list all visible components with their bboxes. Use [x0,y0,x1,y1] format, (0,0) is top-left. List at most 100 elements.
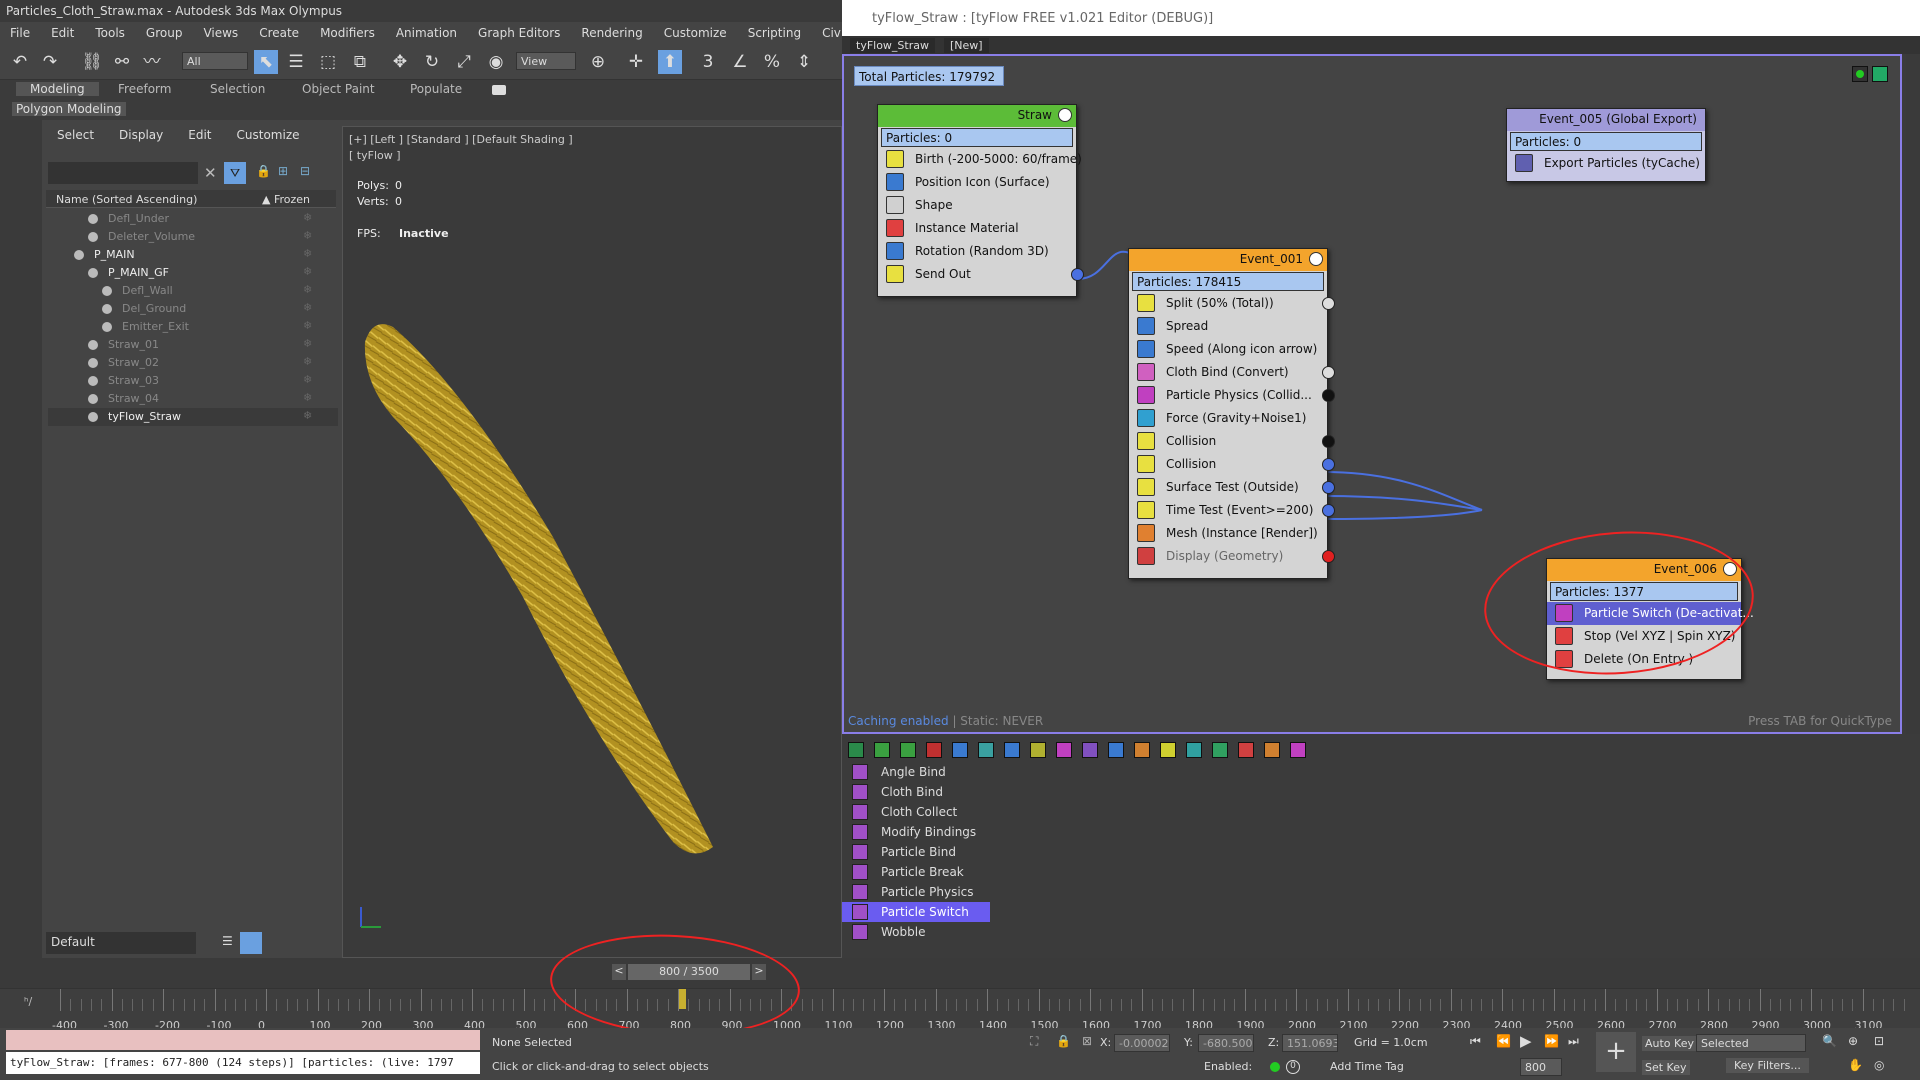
menu-item-views[interactable]: Views [193,22,249,44]
node-event-005-title[interactable]: Event_005 (Global Export) [1507,109,1705,131]
operator-event001-4[interactable]: Particle Physics (Collid... [1129,384,1335,407]
isolate-icon[interactable]: ⛶ [1030,1034,1038,1049]
visibility-icon[interactable] [88,232,98,242]
ribbon-tab-selection[interactable]: Selection [210,82,265,96]
tab-tyflow-straw[interactable]: tyFlow_Straw [850,38,935,53]
operator-category-icon[interactable] [1108,742,1124,758]
operator-category-icon[interactable] [1134,742,1150,758]
operator-event005-0[interactable]: Export Particles (tyCache) [1507,152,1705,175]
operator-event001-10[interactable]: Mesh (Instance [Render]) [1129,522,1327,545]
ribbon-tab-modeling[interactable]: Modeling [16,82,99,96]
explorer-menu-edit[interactable]: Edit [173,120,221,146]
menu-item-tools[interactable]: Tools [85,22,136,44]
operator-event001-0[interactable]: Split (50% (Total)) [1129,292,1335,315]
menu-item-create[interactable]: Create [249,22,310,44]
scale-icon[interactable]: ⤢ [452,50,476,74]
next-key-icon[interactable]: ⏩ [1544,1034,1559,1048]
operator-event001-7[interactable]: Collision [1129,453,1335,476]
output-port-icon[interactable] [1322,481,1335,494]
rect-selection-icon[interactable]: ⬚ [316,50,340,74]
operator-category-icon[interactable] [874,742,890,758]
maxscript-listener-top[interactable] [6,1030,480,1050]
operator-category-icon[interactable] [1056,742,1072,758]
set-key-icon[interactable]: + [1596,1032,1636,1072]
operator-list-item[interactable]: Particle Switch [842,902,990,922]
key-set-dropdown[interactable]: Selected [1696,1034,1806,1052]
percent-snap-icon[interactable]: % [760,50,784,74]
curve-editor-icon[interactable]: ʰ∕ [24,995,32,1008]
z-coordinate[interactable]: 151.06939 [1282,1034,1338,1052]
current-frame-marker[interactable] [678,989,686,1009]
snap-toggle-icon[interactable]: 3 [696,50,720,74]
operator-category-icon[interactable] [1238,742,1254,758]
output-port-icon[interactable] [1322,297,1335,310]
explorer-row[interactable]: Emitter_Exit ❄ [48,318,338,336]
operator-list-item[interactable]: Angle Bind [842,762,992,782]
bind-spacewarp-icon[interactable]: 〰 [140,50,164,74]
visibility-icon[interactable] [88,412,98,422]
visibility-icon[interactable] [102,286,112,296]
visibility-icon[interactable] [88,358,98,368]
absolute-mode-icon[interactable]: ⊠ [1082,1034,1092,1048]
operator-category-icon[interactable] [926,742,942,758]
goto-start-icon[interactable]: ⏮ [1470,1034,1481,1049]
set-key-button[interactable]: Set Key [1642,1060,1690,1075]
node-canvas[interactable]: Total Particles: 179792 Straw Particles:… [842,54,1902,734]
layer-manager-icon[interactable] [240,932,262,954]
freeze-icon[interactable]: ❄ [303,283,312,296]
operator-category-icon[interactable] [848,742,864,758]
zoom-extents-icon[interactable]: ⊡ [1874,1034,1884,1048]
freeze-icon[interactable]: ❄ [303,337,312,350]
lightbulb-icon[interactable] [1309,252,1323,266]
column-frozen[interactable]: ▲ Frozen [262,193,310,206]
ribbon-tab-populate[interactable]: Populate [410,82,462,96]
operator-category-icon[interactable] [1160,742,1176,758]
explorer-row[interactable]: Deleter_Volume ❄ [48,228,338,246]
operator-event001-11[interactable]: Display (Geometry) [1129,545,1335,568]
explorer-row[interactable]: P_MAIN ❄ [48,246,338,264]
place-icon[interactable]: ◉ [484,50,508,74]
select-manipulate-icon[interactable]: ✛ [624,50,648,74]
explorer-row[interactable]: Del_Ground ❄ [48,300,338,318]
operator-event006-2[interactable]: Delete (On Entry ) [1547,648,1741,671]
operator-event001-1[interactable]: Spread [1129,315,1327,338]
freeze-icon[interactable]: ❄ [303,319,312,332]
operator-straw-2[interactable]: Shape [878,194,1076,217]
orbit-icon[interactable]: ◎ [1874,1058,1884,1072]
operator-event006-1[interactable]: Stop (Vel XYZ | Spin XYZ) [1547,625,1741,648]
explorer-menu-customize[interactable]: Customize [222,120,310,146]
node-straw[interactable]: Straw Particles: 0 Birth (-200-5000: 60/… [877,104,1084,297]
operator-category-icon[interactable] [1186,742,1202,758]
operator-event001-9[interactable]: Time Test (Event>=200) [1129,499,1335,522]
lightbulb-icon[interactable] [1723,562,1737,576]
undo-icon[interactable]: ↶ [8,50,32,74]
operator-list-item[interactable]: Modify Bindings [842,822,992,842]
lock-icon[interactable]: 🔒 [256,164,271,178]
layer-stack-icon[interactable]: ☰ [222,934,233,948]
layer-icon[interactable]: ⊟ [300,164,310,178]
output-port-icon[interactable] [1322,366,1335,379]
clear-search-icon[interactable]: ✕ [204,164,217,182]
visibility-icon[interactable] [102,304,112,314]
operator-list-item[interactable]: Particle Physics [842,882,992,902]
y-coordinate[interactable]: -680.5001 [1198,1034,1254,1052]
operator-category-icon[interactable] [900,742,916,758]
play-icon[interactable]: ▶ [1520,1032,1532,1050]
window-crossing-icon[interactable]: ⧉ [348,50,372,74]
explorer-row[interactable]: Defl_Wall ❄ [48,282,338,300]
link-icon[interactable]: ⛓ [80,50,104,74]
ribbon-tab-freeform[interactable]: Freeform [118,82,171,96]
operator-straw-5[interactable]: Send Out [878,263,1084,286]
prev-key-icon[interactable]: ⏪ [1496,1034,1511,1048]
operator-event001-5[interactable]: Force (Gravity+Noise1) [1129,407,1327,430]
operator-straw-1[interactable]: Position Icon (Surface) [878,171,1076,194]
operator-event001-3[interactable]: Cloth Bind (Convert) [1129,361,1335,384]
operator-category-icon[interactable] [978,742,994,758]
operator-list-item[interactable]: Particle Break [842,862,992,882]
menu-item-modifiers[interactable]: Modifiers [310,22,386,44]
lightbulb-icon[interactable] [1058,108,1072,122]
node-event-001-title[interactable]: Event_001 [1129,249,1327,271]
output-port-icon[interactable] [1322,389,1335,402]
operator-list-item[interactable]: Cloth Bind [842,782,992,802]
freeze-icon[interactable]: ❄ [303,355,312,368]
